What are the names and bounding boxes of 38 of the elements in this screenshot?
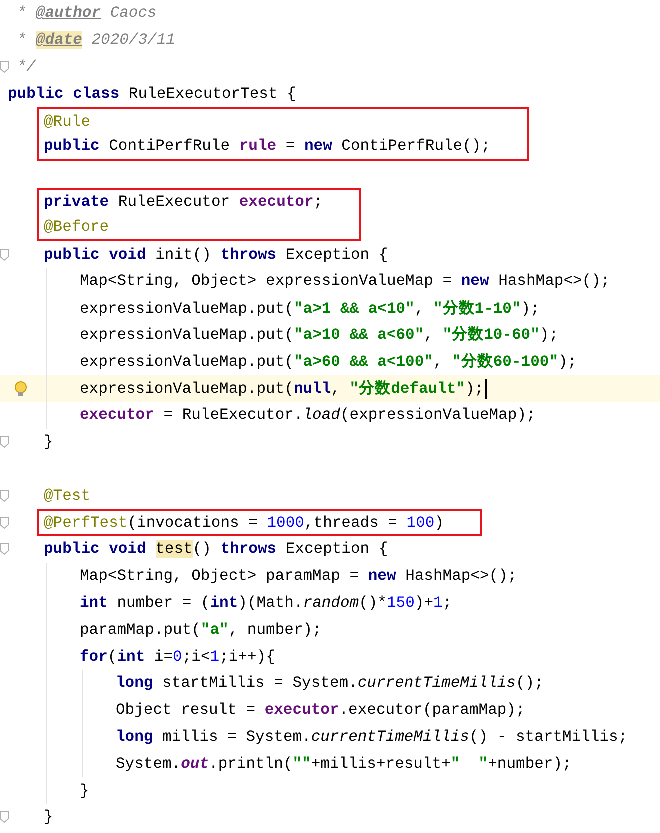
fold-icon[interactable] <box>0 516 9 529</box>
code-line: paramMap.put("a", number); <box>80 620 322 639</box>
code-line: int number = (int)(Math.random()*150)+1; <box>80 594 452 612</box>
fold-icon[interactable] <box>0 436 9 448</box>
code-line: expressionValueMap.put("a>10 && a<60", "分数10-60"); <box>80 325 559 346</box>
code-line: expressionValueMap.put("a>1 && a<10", "分数1-10"); <box>80 298 540 319</box>
code-line: expressionValueMap.put(null, "分数default"); <box>80 379 484 400</box>
code-line: Object result = executor.executor(paramMap); <box>116 701 526 720</box>
code-line: } <box>44 433 54 452</box>
code-line: private RuleExecutor executor; <box>44 192 324 211</box>
code-line: Map<String, Object> expressionValueMap = new HashMap<>(); <box>80 272 610 290</box>
fold-icon[interactable] <box>0 490 9 502</box>
code-line: @Test <box>44 486 91 505</box>
code-line: */ <box>16 58 36 76</box>
code-line: @Before <box>44 218 110 236</box>
code-line: * @author Caocs <box>16 4 157 22</box>
code-line: } <box>44 808 54 826</box>
code-line: long millis = System.currentTimeMillis() - startMillis; <box>116 728 628 746</box>
code-line: public ContiPerfRule rule = new ContiPerfRule(); <box>44 137 491 156</box>
code-line: expressionValueMap.put("a>60 && a<100", "分数60-100"); <box>80 352 578 372</box>
fold-icon[interactable] <box>0 248 9 261</box>
code-line: @PerfTest(invocations = 1000,threads = 100) <box>44 514 444 532</box>
code-line: long startMillis = System.currentTimeMillis(); <box>116 674 544 692</box>
code-line: } <box>80 782 90 800</box>
text-caret <box>485 378 488 399</box>
code-line: System.out.println(""+millis+result+" "+number); <box>116 754 572 773</box>
fold-icon[interactable] <box>0 543 9 556</box>
code-line: public class RuleExecutorTest { <box>8 84 296 103</box>
code-line: @Rule <box>44 112 91 131</box>
fold-icon[interactable] <box>0 60 9 73</box>
fold-icon[interactable] <box>0 811 9 824</box>
lightbulb-icon[interactable] <box>14 380 28 398</box>
code-line: for(int i=0;i<1;i++){ <box>80 648 276 666</box>
code-line: public void test() throws Exception { <box>44 540 388 558</box>
code-line: * @date 2020/3/11 <box>16 31 176 50</box>
code-line: public void init() throws Exception { <box>44 246 388 264</box>
code-line: executor = RuleExecutor.load(expressionValueMap); <box>80 406 536 424</box>
code-line: Map<String, Object> paramMap = new HashMap<>(); <box>80 567 518 586</box>
